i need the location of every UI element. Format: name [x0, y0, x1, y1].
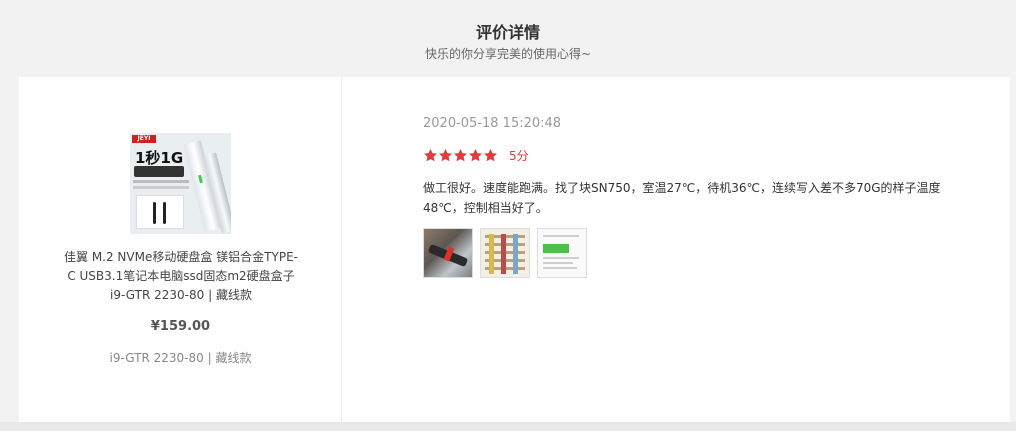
review-card: JEYI 1秒1G 佳翼 M.2 NVMe移动硬盘盒 镁铝合金TYPE-C US…: [19, 77, 1010, 422]
review-panel: 2020-05-18 15:20:48 5分 做工很好。速度能跑满。找了块SN7…: [343, 77, 1010, 422]
product-variant: i9-GTR 2230-80 | 藏线款: [109, 351, 252, 365]
cables-graphic: [136, 195, 184, 229]
review-time: 2020-05-18 15:20:48: [423, 116, 562, 131]
image-decor: [133, 186, 189, 189]
image-tag: [134, 166, 184, 177]
page-subtitle: 快乐的你分享完美的使用心得~: [424, 47, 592, 61]
star-icon: [484, 148, 497, 161]
brand-logo: JEYI: [132, 135, 156, 143]
review-photo-2[interactable]: [480, 228, 530, 278]
review-photo-1[interactable]: [423, 228, 473, 278]
rating-score: 5分: [509, 148, 529, 163]
review-images: [423, 228, 594, 278]
product-panel: JEYI 1秒1G 佳翼 M.2 NVMe移动硬盘盒 镁铝合金TYPE-C US…: [19, 77, 342, 422]
review-photo-3[interactable]: [537, 228, 587, 278]
image-decor: [133, 180, 189, 183]
review-text: 做工很好。速度能跑满。找了块SN750，室温27℃，待机36℃，连续写入差不多7…: [423, 181, 941, 215]
star-icon: [454, 148, 467, 161]
rating-stars: 5分: [423, 147, 529, 163]
image-headline: 1秒1G: [135, 149, 184, 167]
star-icon: [439, 148, 452, 161]
product-image[interactable]: JEYI 1秒1G: [130, 133, 231, 234]
product-title-link[interactable]: 佳翼 M.2 NVMe移动硬盘盒 镁铝合金TYPE-C USB3.1笔记本电脑s…: [61, 248, 301, 305]
bottom-bar: [0, 422, 1016, 431]
product-price: ¥159.00: [150, 319, 211, 334]
star-icon: [424, 148, 437, 161]
star-icon: [469, 148, 482, 161]
page-title: 评价详情: [475, 23, 540, 42]
page-header: 评价详情 快乐的你分享完美的使用心得~: [0, 0, 1016, 77]
